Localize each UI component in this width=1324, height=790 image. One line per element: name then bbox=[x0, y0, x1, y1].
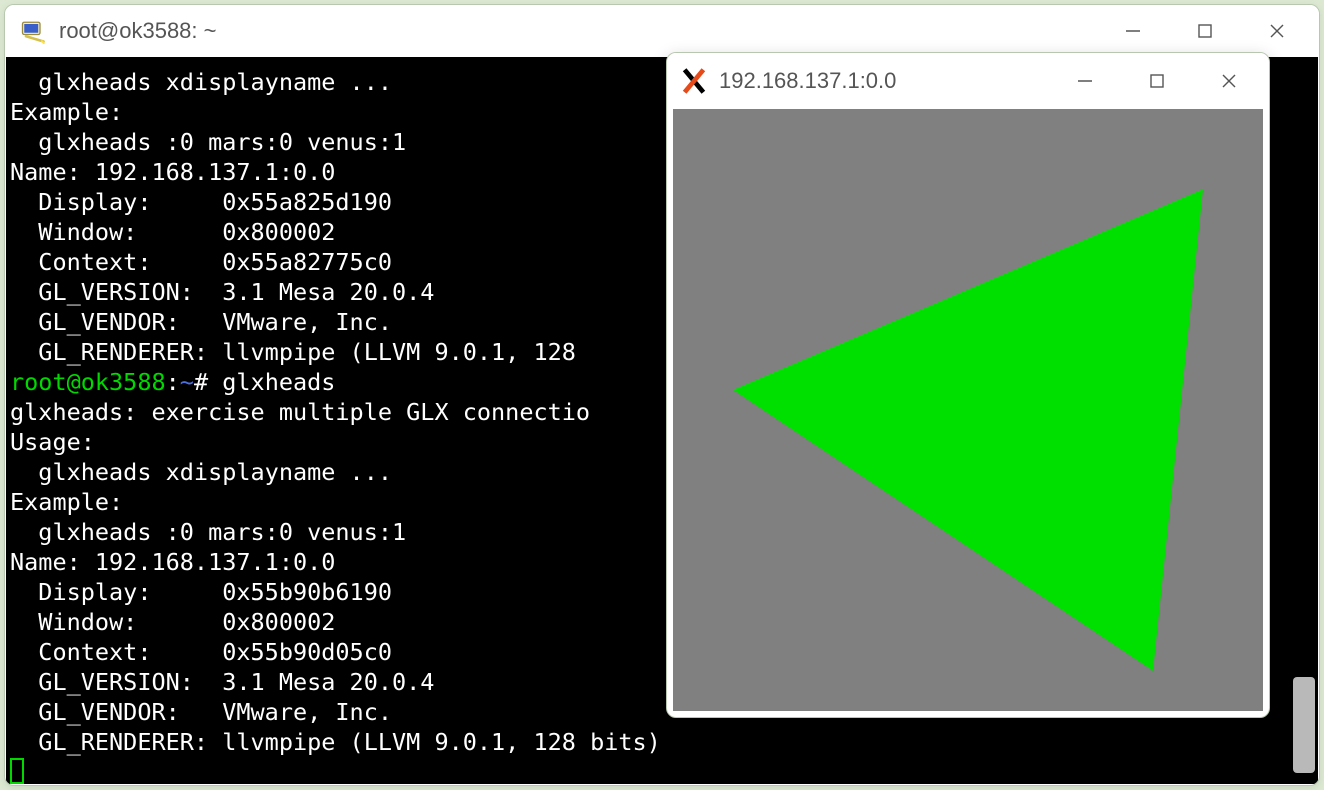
terminal-cursor bbox=[10, 758, 24, 784]
scrollbar-thumb[interactable] bbox=[1293, 677, 1315, 773]
scrollbar[interactable] bbox=[1293, 65, 1315, 777]
x11-title: 192.168.137.1:0.0 bbox=[719, 68, 1063, 94]
window-controls bbox=[1111, 11, 1299, 51]
x11-window: 192.168.137.1:0.0 bbox=[666, 52, 1270, 718]
maximize-button[interactable] bbox=[1135, 61, 1179, 101]
x11-titlebar[interactable]: 192.168.137.1:0.0 bbox=[667, 53, 1269, 109]
putty-icon bbox=[19, 17, 47, 45]
close-button[interactable] bbox=[1207, 61, 1251, 101]
putty-title: root@ok3588: ~ bbox=[59, 18, 1111, 44]
x11-window-controls bbox=[1063, 61, 1251, 101]
terminal-line bbox=[10, 757, 1314, 784]
minimize-button[interactable] bbox=[1111, 11, 1155, 51]
minimize-button[interactable] bbox=[1063, 61, 1107, 101]
gl-triangle bbox=[673, 109, 1263, 711]
gl-canvas bbox=[673, 109, 1263, 711]
maximize-button[interactable] bbox=[1183, 11, 1227, 51]
close-button[interactable] bbox=[1255, 11, 1299, 51]
terminal-line: GL_RENDERER: llvmpipe (LLVM 9.0.1, 128 b… bbox=[10, 727, 1314, 757]
x-server-icon bbox=[679, 66, 709, 96]
putty-titlebar[interactable]: root@ok3588: ~ bbox=[5, 5, 1319, 57]
